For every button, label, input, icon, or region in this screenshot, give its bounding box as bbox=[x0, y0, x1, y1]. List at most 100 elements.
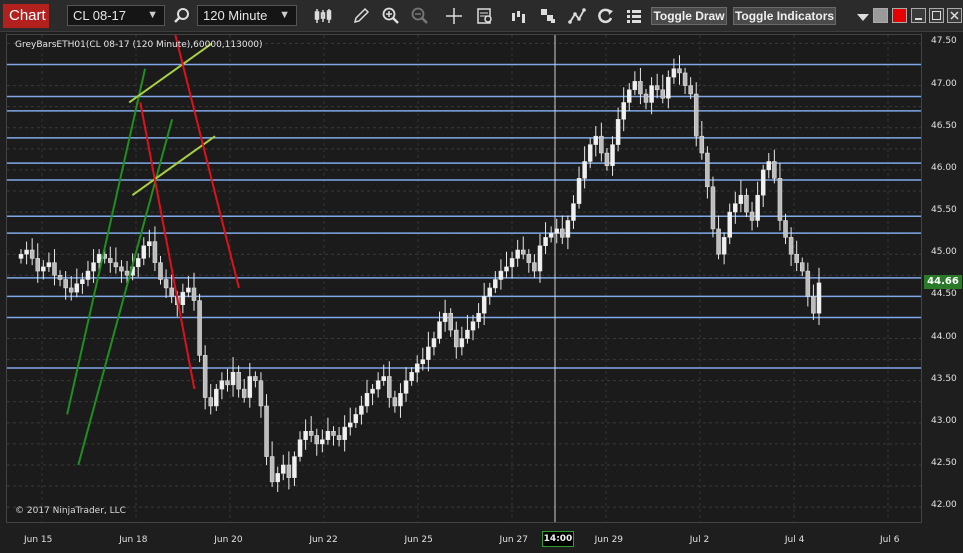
candle-body bbox=[543, 237, 548, 247]
close-button[interactable] bbox=[947, 8, 962, 23]
toggle-indicators-button[interactable]: Toggle Indicators bbox=[733, 7, 836, 25]
candle-body bbox=[258, 380, 264, 407]
drawing-tools-icon[interactable] bbox=[567, 6, 587, 26]
candle-body bbox=[721, 237, 727, 255]
candle-body bbox=[777, 178, 783, 221]
price-chart-panel[interactable]: GreyBarsETH01(CL 08-17 (120 Minute),6000… bbox=[6, 34, 922, 523]
pencil-icon[interactable] bbox=[351, 6, 371, 26]
link-button[interactable] bbox=[892, 8, 907, 23]
zoom-out-icon[interactable] bbox=[410, 6, 430, 26]
crosshair-icon[interactable] bbox=[444, 6, 464, 26]
chevron-down-icon: ▼ bbox=[279, 9, 290, 21]
time-axis-label: Jul 4 bbox=[784, 535, 805, 545]
maximize-button[interactable] bbox=[929, 8, 944, 23]
candle-body bbox=[269, 456, 275, 483]
candle-body bbox=[398, 393, 403, 407]
candle-body bbox=[264, 405, 269, 457]
candle-body bbox=[638, 81, 643, 95]
candle-body bbox=[509, 258, 515, 268]
candle-body bbox=[627, 89, 632, 103]
copyright-text: © 2017 NinjaTrader, LLC bbox=[15, 506, 126, 516]
candle-body bbox=[615, 119, 621, 145]
price-axis-label: 42.50 bbox=[931, 457, 957, 468]
candle-body bbox=[63, 279, 68, 289]
candle-body bbox=[610, 144, 615, 166]
candle-body bbox=[325, 431, 331, 440]
candle-body bbox=[41, 266, 46, 272]
candle-body bbox=[359, 405, 364, 415]
candle-body bbox=[191, 287, 197, 301]
data-box-icon[interactable] bbox=[475, 6, 495, 26]
price-axis-label: 43.00 bbox=[931, 415, 957, 426]
candle-body bbox=[281, 464, 286, 474]
candle-body bbox=[336, 435, 342, 440]
candle-body bbox=[760, 169, 766, 196]
indicators-icon[interactable] bbox=[509, 6, 529, 26]
candle-body bbox=[571, 203, 576, 221]
candle-body bbox=[24, 249, 29, 255]
candle-body bbox=[96, 253, 102, 263]
search-icon[interactable] bbox=[172, 6, 192, 26]
yellow-channel-line bbox=[128, 42, 213, 104]
bar-type-icon[interactable] bbox=[313, 6, 333, 26]
time-axis-label: Jun 29 bbox=[594, 535, 624, 545]
candle-body bbox=[158, 262, 163, 280]
price-axis-label: 45.50 bbox=[931, 205, 957, 216]
candle-body bbox=[275, 473, 280, 483]
candle-body bbox=[688, 85, 693, 95]
minimize-window-button[interactable] bbox=[911, 8, 926, 23]
candle-body bbox=[253, 376, 258, 381]
candle-body bbox=[733, 203, 738, 213]
candle-body bbox=[481, 296, 487, 314]
strategies-icon[interactable] bbox=[538, 6, 558, 26]
candle-body bbox=[119, 266, 124, 272]
candle-body bbox=[487, 287, 493, 297]
candle-body bbox=[565, 220, 571, 238]
candle-body bbox=[526, 253, 532, 263]
toggle-draw-button[interactable]: Toggle Draw bbox=[651, 7, 727, 25]
candle-body bbox=[800, 262, 805, 272]
candle-body bbox=[364, 393, 370, 407]
candle-body bbox=[353, 414, 359, 424]
time-axis[interactable]: Jul 6 Jul 4 Jul 2 Jun 29 Jun 27 Jun 25 Jun 22 J… bbox=[6, 524, 922, 553]
zoom-in-icon[interactable] bbox=[381, 6, 401, 26]
chart-tab[interactable]: Chart bbox=[3, 4, 49, 28]
candle-body bbox=[454, 329, 459, 348]
price-chart[interactable] bbox=[7, 35, 922, 523]
candle-body bbox=[387, 376, 392, 398]
time-axis-label: Jun 15 bbox=[24, 535, 53, 545]
candle-body bbox=[465, 329, 470, 339]
time-axis-label: Jun 18 bbox=[119, 535, 148, 545]
candle-body bbox=[214, 388, 219, 407]
candle-body bbox=[693, 93, 699, 137]
interval-selector[interactable]: 120 Minute ▼ bbox=[197, 5, 297, 26]
reload-icon[interactable] bbox=[595, 6, 615, 26]
minimize-button[interactable] bbox=[873, 8, 888, 23]
time-axis-label: Jul 6 bbox=[880, 535, 900, 545]
candle-body bbox=[654, 85, 660, 91]
candle-body bbox=[29, 249, 35, 259]
price-axis-label: 42.00 bbox=[931, 500, 957, 511]
candle-body bbox=[705, 152, 710, 188]
candle-body bbox=[671, 68, 677, 78]
price-axis-label: 45.00 bbox=[931, 247, 957, 258]
candle-body bbox=[811, 296, 816, 314]
instrument-selector[interactable]: CL 08-17 ▼ bbox=[67, 5, 165, 26]
candle-body bbox=[225, 380, 230, 386]
candle-body bbox=[699, 135, 705, 154]
candle-body bbox=[459, 338, 465, 348]
chevron-down-icon: ▼ bbox=[147, 9, 158, 21]
candle-body bbox=[794, 253, 799, 263]
candle-body bbox=[420, 359, 426, 365]
candle-body bbox=[599, 135, 604, 154]
dropdown-arrow-icon[interactable] bbox=[853, 8, 873, 28]
price-axis-label: 43.50 bbox=[931, 373, 957, 384]
candle-body bbox=[124, 270, 130, 276]
candle-body bbox=[68, 287, 74, 293]
price-axis[interactable]: 47.50 47.00 46.50 46.00 45.50 45.00 44.50 44.00… bbox=[922, 34, 963, 523]
candle-body bbox=[554, 228, 559, 234]
candle-body bbox=[582, 161, 587, 179]
candle-body bbox=[643, 93, 649, 103]
candle-body bbox=[493, 279, 498, 289]
properties-icon[interactable] bbox=[624, 6, 644, 26]
